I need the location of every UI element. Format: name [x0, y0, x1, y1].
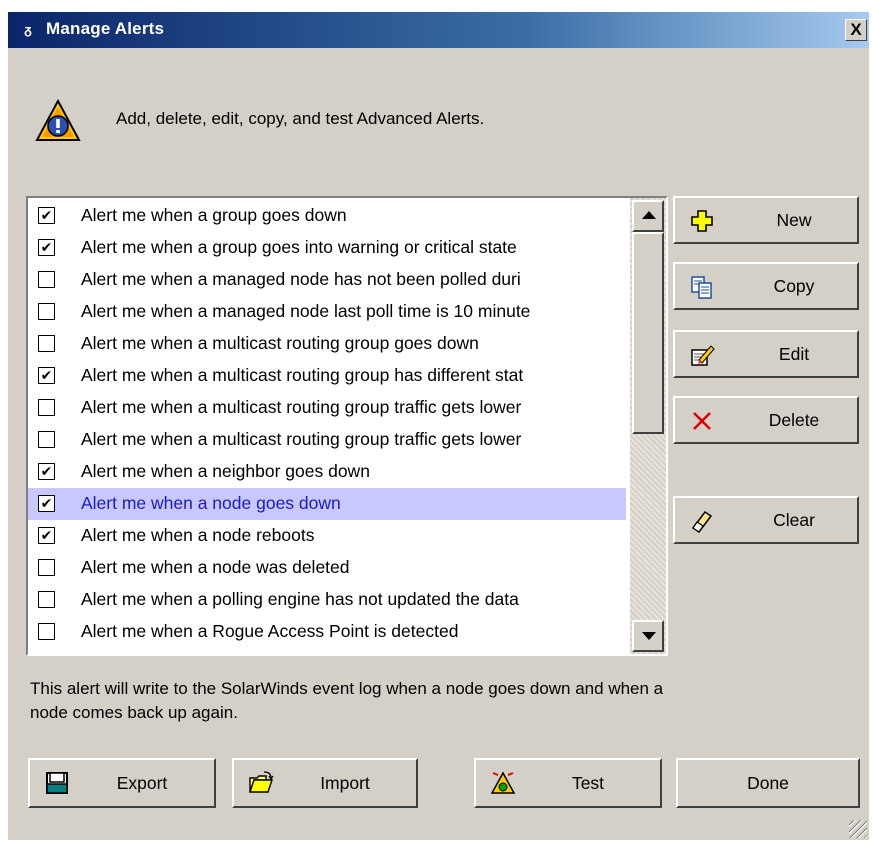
alert-row[interactable]: ✔ Alert me when a node goes down: [28, 488, 626, 520]
alert-label: Alert me when a node was deleted: [81, 557, 350, 577]
alert-title-icon: ᵹ: [24, 22, 32, 37]
alert-checkbox[interactable]: [38, 623, 55, 640]
done-button-label: Done: [747, 772, 789, 793]
close-button[interactable]: X: [845, 19, 867, 41]
alerts-list[interactable]: ✔ Alert me when a group goes down ✔ Alert m…: [26, 196, 668, 656]
alert-checkbox[interactable]: ✔: [38, 463, 55, 480]
alert-checkbox[interactable]: ✔: [38, 495, 55, 512]
alert-label: Alert me when a polling engine has not u…: [81, 589, 519, 609]
alert-row[interactable]: Alert me when a multicast routing group …: [28, 328, 626, 360]
import-button[interactable]: Import: [232, 758, 418, 808]
alert-checkbox[interactable]: [38, 591, 55, 608]
import-button-label: Import: [320, 772, 370, 793]
delete-button[interactable]: Delete: [673, 396, 859, 444]
alert-row[interactable]: Alert me when a polling engine has not u…: [28, 584, 626, 616]
export-button[interactable]: Export: [28, 758, 216, 808]
arrow-down-icon: [642, 632, 656, 640]
plus-icon: [689, 208, 715, 234]
alert-row[interactable]: Alert me when a multicast routing group …: [28, 392, 626, 424]
edit-button[interactable]: Edit: [673, 330, 859, 378]
alert-label: Alert me when a neighbor goes down: [81, 461, 370, 481]
eraser-icon: [689, 508, 715, 534]
open-folder-icon: [248, 770, 274, 796]
window-title: Manage Alerts: [46, 19, 165, 38]
alert-row[interactable]: Alert me when a multicast routing group …: [28, 424, 626, 456]
copy-icon: [689, 274, 715, 300]
alert-checkbox[interactable]: [38, 399, 55, 416]
x-icon: [689, 408, 715, 434]
alert-row[interactable]: Alert me when a node was deleted: [28, 552, 626, 584]
floppy-disk-icon: [44, 770, 70, 796]
clear-button-label: Clear: [773, 509, 815, 530]
header-description: Add, delete, edit, copy, and test Advanc…: [116, 109, 485, 128]
test-button-label: Test: [571, 772, 605, 793]
scroll-down-button[interactable]: [632, 620, 664, 652]
alert-checkbox[interactable]: [38, 303, 55, 320]
edit-icon: [689, 342, 715, 368]
alert-row[interactable]: ✔ Alert me when a neighbor goes down: [28, 456, 626, 488]
alert-row[interactable]: ✔ Alert me when a node reboots: [28, 520, 626, 552]
alert-checkbox[interactable]: [38, 335, 55, 352]
scroll-up-button[interactable]: [632, 200, 664, 232]
copy-button[interactable]: Copy: [673, 262, 859, 310]
alert-checkbox[interactable]: ✔: [38, 207, 55, 224]
alert-label: Alert me when a managed node has not bee…: [81, 269, 521, 289]
alert-label: Alert me when a multicast routing group …: [81, 333, 479, 353]
alert-row[interactable]: Alert me when a managed node last poll t…: [28, 296, 626, 328]
alert-checkbox[interactable]: ✔: [38, 527, 55, 544]
alert-label: Alert me when a managed node last poll t…: [81, 301, 531, 321]
alert-checkbox[interactable]: ✔: [38, 367, 55, 384]
clear-button[interactable]: Clear: [673, 496, 859, 544]
resize-grip[interactable]: [849, 820, 867, 838]
copy-button-label: Copy: [773, 275, 815, 296]
export-button-label: Export: [116, 772, 168, 793]
manage-alerts-window: ᵹ Manage Alerts X Add, delete, edit, cop…: [8, 12, 869, 840]
alert-label: Alert me when a multicast routing group …: [81, 397, 522, 417]
alert-description: This alert will write to the SolarWinds …: [30, 679, 664, 722]
title-bar[interactable]: ᵹ Manage Alerts X: [8, 12, 869, 48]
alert-label: Alert me when a Rogue Access Point is de…: [81, 621, 459, 641]
alert-checkbox[interactable]: ✔: [38, 239, 55, 256]
alert-label: Alert me when a node goes down: [81, 493, 341, 513]
alert-checkbox[interactable]: [38, 559, 55, 576]
alert-checkbox[interactable]: [38, 271, 55, 288]
scroll-thumb[interactable]: [632, 232, 664, 434]
alert-label: Alert me when a multicast routing group …: [81, 429, 522, 449]
alert-row[interactable]: ✔ Alert me when a group goes down: [28, 200, 626, 232]
new-button-label: New: [776, 209, 812, 230]
alert-label: Alert me when a group goes down: [81, 205, 347, 225]
alert-checkbox[interactable]: [38, 431, 55, 448]
alert-label: Alert me when a multicast routing group …: [81, 365, 524, 385]
new-button[interactable]: New: [673, 196, 859, 244]
arrow-up-icon: [642, 211, 656, 219]
edit-button-label: Edit: [778, 343, 810, 364]
vertical-scrollbar[interactable]: [630, 198, 666, 654]
alert-label: Alert me when a node reboots: [81, 525, 315, 545]
alerts-rows: ✔ Alert me when a group goes down ✔ Alert m…: [28, 200, 626, 648]
delete-button-label: Delete: [768, 409, 820, 430]
test-alert-icon: [490, 770, 516, 796]
alert-row[interactable]: Alert me when a Rogue Access Point is de…: [28, 616, 626, 648]
alert-label: Alert me when a group goes into warning …: [81, 237, 517, 257]
done-button[interactable]: Done: [676, 758, 860, 808]
warning-triangle-icon: [34, 98, 82, 144]
alert-row[interactable]: ✔ Alert me when a multicast routing group…: [28, 360, 626, 392]
alert-row[interactable]: ✔ Alert me when a group goes into warning…: [28, 232, 626, 264]
test-button[interactable]: Test: [474, 758, 662, 808]
alert-row[interactable]: Alert me when a managed node has not bee…: [28, 264, 626, 296]
